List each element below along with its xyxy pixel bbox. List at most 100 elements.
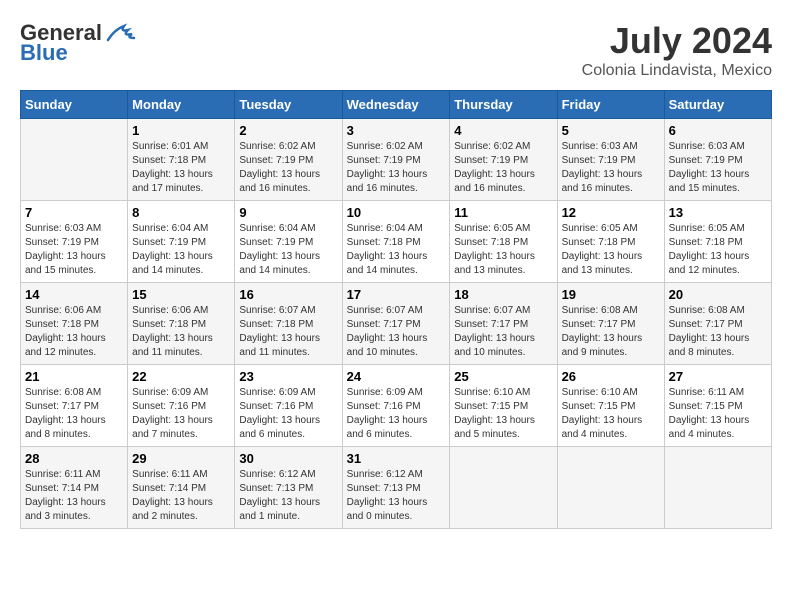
day-info: Sunrise: 6:11 AM Sunset: 7:14 PM Dayligh… — [25, 468, 123, 524]
day-cell: 30 Sunrise: 6:12 AM Sunset: 7:13 PM Dayli… — [235, 447, 342, 529]
day-info: Sunrise: 6:08 AM Sunset: 7:17 PM Dayligh… — [25, 386, 123, 442]
day-info: Sunrise: 6:12 AM Sunset: 7:13 PM Dayligh… — [239, 468, 337, 524]
day-number: 14 — [25, 287, 123, 302]
day-info: Sunrise: 6:01 AM Sunset: 7:18 PM Dayligh… — [132, 140, 230, 196]
day-number: 26 — [562, 369, 660, 384]
day-cell: 9 Sunrise: 6:04 AM Sunset: 7:19 PM Daylig… — [235, 201, 342, 283]
weekday-header-row: SundayMondayTuesdayWednesdayThursdayFrid… — [21, 91, 772, 119]
day-cell: 8Sunrise: 6:04 AM Sunset: 7:19 PM Daylig… — [128, 201, 235, 283]
day-cell: 16 Sunrise: 6:07 AM Sunset: 7:18 PM Dayli… — [235, 283, 342, 365]
day-info: Sunrise: 6:08 AM Sunset: 7:17 PM Dayligh… — [669, 304, 767, 360]
day-info: Sunrise: 6:11 AM Sunset: 7:14 PM Dayligh… — [132, 468, 230, 524]
day-info: Sunrise: 6:09 AM Sunset: 7:16 PM Dayligh… — [347, 386, 446, 442]
day-number: 23 — [239, 369, 337, 384]
day-number: 4 — [454, 123, 552, 138]
day-cell: 15 Sunrise: 6:06 AM Sunset: 7:18 PM Dayli… — [128, 283, 235, 365]
day-cell: 24 Sunrise: 6:09 AM Sunset: 7:16 PM Dayli… — [342, 365, 450, 447]
day-cell: 23 Sunrise: 6:09 AM Sunset: 7:16 PM Dayli… — [235, 365, 342, 447]
day-info: Sunrise: 6:10 AM Sunset: 7:15 PM Dayligh… — [562, 386, 660, 442]
weekday-sunday: Sunday — [21, 91, 128, 119]
day-cell: 19 Sunrise: 6:08 AM Sunset: 7:17 PM Dayli… — [557, 283, 664, 365]
day-cell — [557, 447, 664, 529]
day-number: 24 — [347, 369, 446, 384]
day-cell: 14 Sunrise: 6:06 AM Sunset: 7:18 PM Dayli… — [21, 283, 128, 365]
day-cell — [450, 447, 557, 529]
day-number: 9 — [239, 205, 337, 220]
day-info: Sunrise: 6:03 AM Sunset: 7:19 PM Dayligh… — [25, 222, 123, 278]
day-info: Sunrise: 6:09 AM Sunset: 7:16 PM Dayligh… — [132, 386, 230, 442]
day-number: 17 — [347, 287, 446, 302]
week-row-1: 1 Sunrise: 6:01 AM Sunset: 7:18 PM Daylig… — [21, 119, 772, 201]
weekday-thursday: Thursday — [450, 91, 557, 119]
day-info: Sunrise: 6:07 AM Sunset: 7:17 PM Dayligh… — [454, 304, 552, 360]
day-info: Sunrise: 6:05 AM Sunset: 7:18 PM Dayligh… — [454, 222, 552, 278]
day-number: 27 — [669, 369, 767, 384]
day-number: 2 — [239, 123, 337, 138]
week-row-3: 14 Sunrise: 6:06 AM Sunset: 7:18 PM Dayli… — [21, 283, 772, 365]
day-info: Sunrise: 6:02 AM Sunset: 7:19 PM Dayligh… — [347, 140, 446, 196]
day-number: 19 — [562, 287, 660, 302]
day-cell: 26 Sunrise: 6:10 AM Sunset: 7:15 PM Dayli… — [557, 365, 664, 447]
day-number: 21 — [25, 369, 123, 384]
day-info: Sunrise: 6:04 AM Sunset: 7:19 PM Dayligh… — [132, 222, 230, 278]
day-cell: 21 Sunrise: 6:08 AM Sunset: 7:17 PM Dayli… — [21, 365, 128, 447]
weekday-tuesday: Tuesday — [235, 91, 342, 119]
day-cell: 13Sunrise: 6:05 AM Sunset: 7:18 PM Dayli… — [664, 201, 771, 283]
week-row-4: 21 Sunrise: 6:08 AM Sunset: 7:17 PM Dayli… — [21, 365, 772, 447]
day-info: Sunrise: 6:07 AM Sunset: 7:17 PM Dayligh… — [347, 304, 446, 360]
day-cell: 29 Sunrise: 6:11 AM Sunset: 7:14 PM Dayli… — [128, 447, 235, 529]
day-info: Sunrise: 6:11 AM Sunset: 7:15 PM Dayligh… — [669, 386, 767, 442]
page-header: General Blue July 2024 Colonia Lindavist… — [20, 20, 772, 80]
day-number: 20 — [669, 287, 767, 302]
day-cell: 31 Sunrise: 6:12 AM Sunset: 7:13 PM Dayli… — [342, 447, 450, 529]
day-info: Sunrise: 6:09 AM Sunset: 7:16 PM Dayligh… — [239, 386, 337, 442]
day-number: 13 — [669, 205, 767, 220]
day-cell: 6 Sunrise: 6:03 AM Sunset: 7:19 PM Daylig… — [664, 119, 771, 201]
day-info: Sunrise: 6:03 AM Sunset: 7:19 PM Dayligh… — [669, 140, 767, 196]
day-cell: 20 Sunrise: 6:08 AM Sunset: 7:17 PM Dayli… — [664, 283, 771, 365]
day-number: 12 — [562, 205, 660, 220]
day-number: 15 — [132, 287, 230, 302]
title-block: July 2024 Colonia Lindavista, Mexico — [582, 20, 772, 80]
day-cell: 11 Sunrise: 6:05 AM Sunset: 7:18 PM Dayli… — [450, 201, 557, 283]
day-info: Sunrise: 6:07 AM Sunset: 7:18 PM Dayligh… — [239, 304, 337, 360]
weekday-saturday: Saturday — [664, 91, 771, 119]
weekday-friday: Friday — [557, 91, 664, 119]
logo: General Blue — [20, 20, 136, 66]
day-info: Sunrise: 6:04 AM Sunset: 7:19 PM Dayligh… — [239, 222, 337, 278]
week-row-2: 7Sunrise: 6:03 AM Sunset: 7:19 PM Daylig… — [21, 201, 772, 283]
day-info: Sunrise: 6:02 AM Sunset: 7:19 PM Dayligh… — [239, 140, 337, 196]
day-cell: 25 Sunrise: 6:10 AM Sunset: 7:15 PM Dayli… — [450, 365, 557, 447]
day-info: Sunrise: 6:12 AM Sunset: 7:13 PM Dayligh… — [347, 468, 446, 524]
day-info: Sunrise: 6:08 AM Sunset: 7:17 PM Dayligh… — [562, 304, 660, 360]
day-number: 30 — [239, 451, 337, 466]
day-cell: 3Sunrise: 6:02 AM Sunset: 7:19 PM Daylig… — [342, 119, 450, 201]
day-number: 1 — [132, 123, 230, 138]
day-number: 5 — [562, 123, 660, 138]
weekday-wednesday: Wednesday — [342, 91, 450, 119]
day-number: 29 — [132, 451, 230, 466]
day-info: Sunrise: 6:10 AM Sunset: 7:15 PM Dayligh… — [454, 386, 552, 442]
day-number: 11 — [454, 205, 552, 220]
day-cell — [664, 447, 771, 529]
day-info: Sunrise: 6:02 AM Sunset: 7:19 PM Dayligh… — [454, 140, 552, 196]
day-cell: 18Sunrise: 6:07 AM Sunset: 7:17 PM Dayli… — [450, 283, 557, 365]
day-info: Sunrise: 6:06 AM Sunset: 7:18 PM Dayligh… — [25, 304, 123, 360]
day-cell: 10 Sunrise: 6:04 AM Sunset: 7:18 PM Dayli… — [342, 201, 450, 283]
day-number: 22 — [132, 369, 230, 384]
day-number: 16 — [239, 287, 337, 302]
day-cell: 27 Sunrise: 6:11 AM Sunset: 7:15 PM Dayli… — [664, 365, 771, 447]
logo-blue: Blue — [20, 40, 68, 66]
calendar-table: SundayMondayTuesdayWednesdayThursdayFrid… — [20, 90, 772, 529]
day-number: 10 — [347, 205, 446, 220]
day-number: 28 — [25, 451, 123, 466]
day-cell: 22 Sunrise: 6:09 AM Sunset: 7:16 PM Dayli… — [128, 365, 235, 447]
day-info: Sunrise: 6:06 AM Sunset: 7:18 PM Dayligh… — [132, 304, 230, 360]
day-cell: 28 Sunrise: 6:11 AM Sunset: 7:14 PM Dayli… — [21, 447, 128, 529]
day-cell: 1 Sunrise: 6:01 AM Sunset: 7:18 PM Daylig… — [128, 119, 235, 201]
day-info: Sunrise: 6:04 AM Sunset: 7:18 PM Dayligh… — [347, 222, 446, 278]
day-number: 6 — [669, 123, 767, 138]
day-number: 25 — [454, 369, 552, 384]
day-cell: 17 Sunrise: 6:07 AM Sunset: 7:17 PM Dayli… — [342, 283, 450, 365]
day-number: 31 — [347, 451, 446, 466]
